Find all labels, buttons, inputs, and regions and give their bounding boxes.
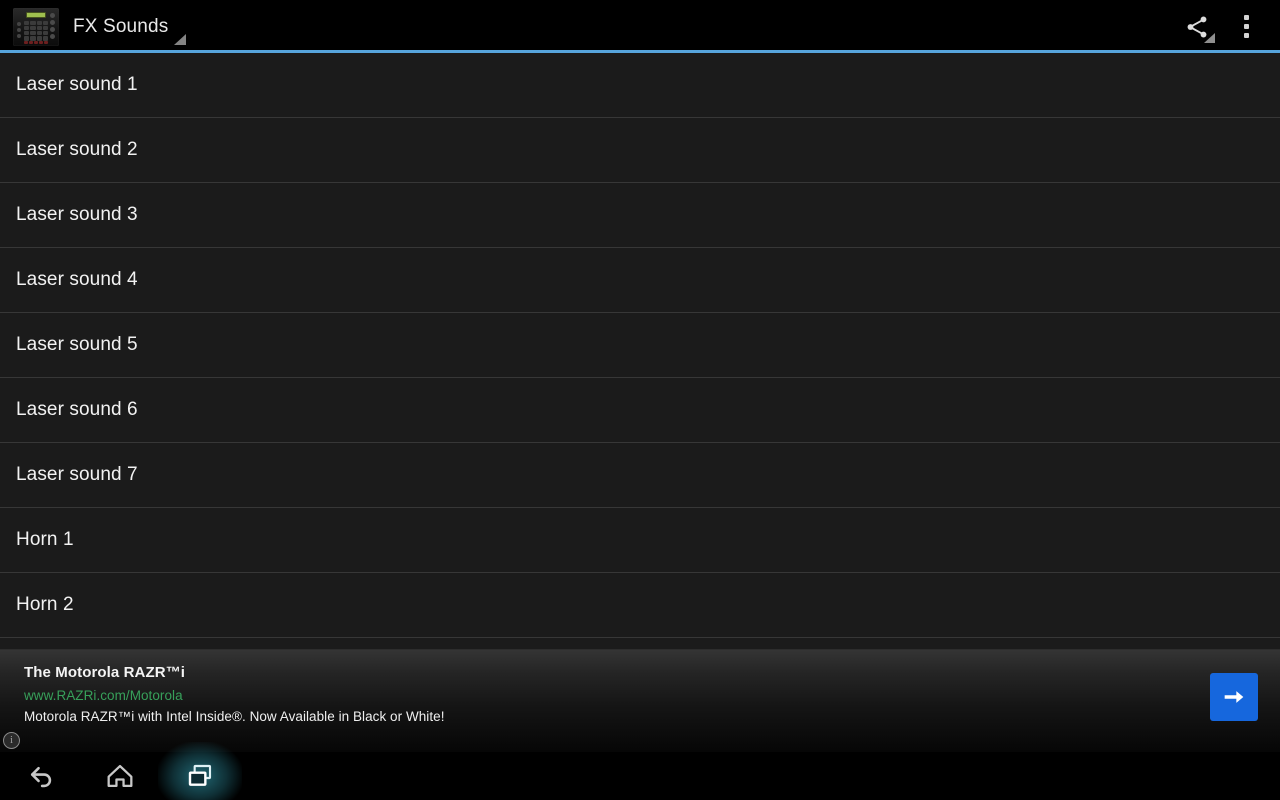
icon-right-knobs — [49, 12, 56, 39]
ad-cta-button[interactable] — [1210, 673, 1258, 721]
ad-body: Motorola RAZR™i with Intel Inside®. Now … — [24, 709, 445, 724]
android-tablet-screen: FX Sounds Laser sound 1 Laser sound 2 La… — [0, 0, 1280, 800]
list-item[interactable]: Laser sound 2 — [0, 118, 1280, 183]
back-icon — [30, 766, 52, 788]
list-item-label: Horn 2 — [16, 594, 74, 615]
home-button[interactable] — [80, 752, 160, 800]
list-item-label: Horn 1 — [16, 529, 74, 550]
list-item-label: Laser sound 2 — [16, 139, 138, 160]
app-title-dropdown[interactable]: FX Sounds — [73, 0, 187, 53]
overflow-dot — [1243, 33, 1249, 38]
overflow-dot — [1243, 15, 1249, 20]
home-icon — [107, 764, 133, 788]
recents-button[interactable] — [158, 742, 242, 800]
sound-list[interactable]: Laser sound 1 Laser sound 2 Laser sound … — [0, 53, 1280, 649]
list-item[interactable]: Laser sound 5 — [0, 313, 1280, 378]
icon-left-knobs — [16, 21, 22, 40]
list-item[interactable]: Laser sound 6 — [0, 378, 1280, 443]
navigation-bar: 9:05 — [0, 742, 1280, 800]
icon-display — [26, 11, 46, 18]
dropdown-caret-icon — [174, 34, 187, 45]
drum-machine-icon[interactable] — [13, 7, 59, 46]
back-button[interactable] — [0, 752, 80, 800]
list-item-label: Laser sound 7 — [16, 464, 138, 485]
list-item[interactable]: Laser sound 1 — [0, 53, 1280, 118]
share-button[interactable] — [1168, 0, 1226, 53]
list-item-label: Laser sound 4 — [16, 269, 138, 290]
ad-text-block: The Motorola RAZR™i www.RAZRi.com/Motoro… — [24, 664, 445, 724]
overflow-menu-button[interactable] — [1226, 0, 1266, 53]
list-item[interactable]: Laser sound 4 — [0, 248, 1280, 313]
icon-bottom-buttons — [24, 40, 48, 44]
list-item-label: Laser sound 3 — [16, 204, 138, 225]
app-title: FX Sounds — [73, 16, 169, 37]
recents-icon — [188, 764, 212, 786]
ad-url[interactable]: www.RAZRi.com/Motorola — [24, 688, 445, 703]
list-item-partial[interactable] — [0, 638, 1280, 649]
overflow-dot — [1243, 24, 1249, 29]
list-item[interactable]: Laser sound 7 — [0, 443, 1280, 508]
list-item[interactable]: Horn 1 — [0, 508, 1280, 573]
list-item-label: Laser sound 5 — [16, 334, 138, 355]
list-item[interactable]: Laser sound 3 — [0, 183, 1280, 248]
arrow-right-icon — [1224, 691, 1244, 703]
list-item-label: Laser sound 1 — [16, 74, 138, 95]
ad-banner[interactable]: The Motorola RAZR™i www.RAZRi.com/Motoro… — [0, 649, 1280, 752]
share-dropdown-caret-icon — [1204, 33, 1215, 43]
ad-info-badge[interactable]: i — [3, 732, 20, 749]
list-item[interactable]: Horn 2 — [0, 573, 1280, 638]
icon-pads — [24, 20, 48, 41]
list-item-label: Laser sound 6 — [16, 399, 138, 420]
action-bar: FX Sounds — [0, 0, 1280, 53]
ad-title: The Motorola RAZR™i — [24, 664, 186, 681]
